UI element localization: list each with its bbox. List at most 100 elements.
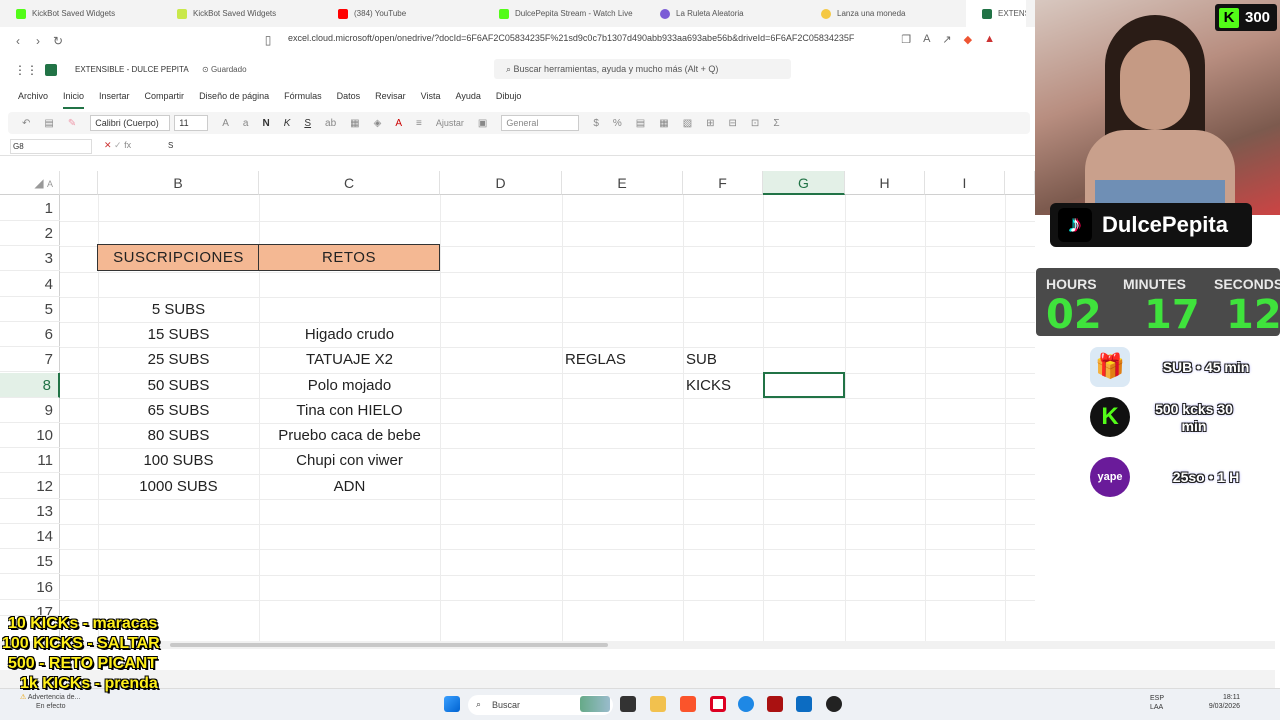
alert-icon[interactable]: ▲	[984, 33, 995, 46]
cell-b9[interactable]: 65 SUBS	[98, 398, 259, 423]
bookmark-icon[interactable]: ▯	[258, 33, 278, 47]
tab-diseno[interactable]: Diseño de página	[199, 85, 269, 109]
table-format-icon[interactable]: ▦	[659, 118, 668, 129]
sum-icon[interactable]: Σ	[773, 118, 779, 129]
browser-tab[interactable]: DulcePepita Stream - Watch Live	[483, 0, 644, 27]
row-header[interactable]: 10	[0, 423, 60, 448]
cell-b6[interactable]: 15 SUBS	[98, 322, 259, 347]
obs-icon[interactable]	[826, 696, 842, 712]
cell-c3[interactable]: RETOS	[258, 244, 440, 271]
cell-c11[interactable]: Chupi con viwer	[259, 448, 440, 473]
edge-icon[interactable]	[738, 696, 754, 712]
currency-icon[interactable]: $	[593, 118, 599, 129]
cell-c8[interactable]: Polo mojado	[259, 373, 440, 398]
number-format-select[interactable]: General	[501, 115, 580, 131]
forward-icon[interactable]: ›	[28, 34, 48, 48]
row-header[interactable]: 1	[0, 196, 60, 221]
column-header-e[interactable]: E	[562, 171, 683, 195]
search-input[interactable]: ⌕ Buscar herramientas, ayuda y mucho más…	[494, 59, 791, 79]
tab-ayuda[interactable]: Ayuda	[456, 85, 481, 109]
notification-area[interactable]: ⚠ Advertencia de... En efecto	[20, 693, 80, 711]
column-header-j[interactable]	[1005, 171, 1035, 195]
formula-input[interactable]: S	[168, 141, 173, 150]
row-header[interactable]: 3	[0, 246, 60, 271]
url-input[interactable]: excel.cloud.microsoft/open/onedrive/?doc…	[288, 33, 854, 43]
insert-cells-icon[interactable]: ⊞	[706, 118, 714, 129]
decrease-font-icon[interactable]: a	[243, 118, 249, 129]
selected-cell-g8[interactable]	[763, 372, 845, 398]
percent-icon[interactable]: %	[613, 118, 622, 129]
row-header[interactable]: 4	[0, 272, 60, 297]
tab-dibujo[interactable]: Dibujo	[496, 85, 522, 109]
strikethrough-icon[interactable]: ab	[325, 118, 336, 129]
opera-icon[interactable]	[710, 696, 726, 712]
cancel-icon[interactable]: ✕ ✓ fx	[104, 140, 131, 151]
tab-compartir[interactable]: Compartir	[145, 85, 185, 109]
horizontal-scrollbar[interactable]	[0, 641, 1275, 649]
copy-icon[interactable]: ❐	[901, 33, 911, 46]
cell-b3[interactable]: SUSCRIPCIONES	[97, 244, 260, 271]
row-header[interactable]: 6	[0, 322, 60, 347]
landscape-widget-icon[interactable]	[580, 696, 610, 712]
tab-archivo[interactable]: Archivo	[18, 85, 48, 109]
cell-c6[interactable]: Higado crudo	[259, 322, 440, 347]
brave-icon[interactable]	[680, 696, 696, 712]
cell-c7[interactable]: TATUAJE X2	[259, 347, 440, 372]
increase-font-icon[interactable]: A	[222, 118, 229, 129]
row-header[interactable]: 15	[0, 549, 60, 574]
column-header-c[interactable]: C	[259, 171, 440, 195]
column-header-a[interactable]	[60, 171, 98, 195]
row-header[interactable]: 13	[0, 499, 60, 524]
tab-vista[interactable]: Vista	[421, 85, 441, 109]
tab-revisar[interactable]: Revisar	[375, 85, 406, 109]
column-header-g[interactable]: G	[763, 171, 845, 195]
format-cells-icon[interactable]: ⊡	[751, 118, 759, 129]
scrollbar-thumb[interactable]	[170, 643, 608, 647]
spreadsheet-grid[interactable]: ◢ A B C D E F G H I 1 2 3 4 5 6 7 8 9 10…	[0, 171, 1035, 641]
translate-icon[interactable]: A	[923, 33, 930, 46]
folder-icon[interactable]	[650, 696, 666, 712]
browser-tab[interactable]: Lanza una moneda	[805, 0, 966, 27]
merge-icon[interactable]: ▣	[478, 118, 487, 129]
app-icon[interactable]	[767, 696, 783, 712]
font-size-select[interactable]: 11	[174, 115, 209, 131]
cell-b12[interactable]: 1000 SUBS	[98, 474, 259, 499]
cell-f7[interactable]: SUB	[686, 347, 761, 372]
cell-b11[interactable]: 100 SUBS	[98, 448, 259, 473]
italic-icon[interactable]: K	[284, 118, 291, 129]
terminal-icon[interactable]	[620, 696, 636, 712]
row-header[interactable]: 12	[0, 474, 60, 499]
row-header[interactable]: 2	[0, 221, 60, 246]
browser-tab[interactable]: (384) YouTube	[322, 0, 483, 27]
column-header-f[interactable]: F	[683, 171, 763, 195]
tab-formulas[interactable]: Fórmulas	[284, 85, 322, 109]
fill-color-icon[interactable]: ◈	[374, 118, 382, 129]
cell-c10[interactable]: Pruebo caca de bebe	[259, 423, 440, 448]
underline-icon[interactable]: S	[304, 118, 311, 129]
column-header-b[interactable]: B	[98, 171, 259, 195]
reload-icon[interactable]: ↻	[48, 34, 68, 48]
undo-icon[interactable]: ↶	[22, 118, 30, 129]
document-title[interactable]: EXTENSIBLE - DULCE PEPITA	[75, 65, 189, 74]
cell-f8[interactable]: KICKS	[686, 373, 761, 398]
row-header[interactable]: 9	[0, 398, 60, 423]
cell-styles-icon[interactable]: ▧	[683, 118, 692, 129]
column-header-d[interactable]: D	[440, 171, 562, 195]
font-name-select[interactable]: Calibri (Cuerpo)	[90, 115, 171, 131]
paste-icon[interactable]: ▤	[44, 118, 53, 129]
brave-shield-icon[interactable]: ◆	[964, 33, 972, 46]
row-header-selected[interactable]: 8	[0, 373, 60, 398]
browser-tab-active[interactable]: EXTENSIB	[966, 0, 1026, 27]
browser-tab[interactable]: La Ruleta Aleatoria	[644, 0, 805, 27]
row-header[interactable]: 5	[0, 297, 60, 322]
cell-b10[interactable]: 80 SUBS	[98, 423, 259, 448]
back-icon[interactable]: ‹	[8, 34, 28, 48]
browser-tab[interactable]: KickBot Saved Widgets	[161, 0, 322, 27]
tab-datos[interactable]: Datos	[337, 85, 361, 109]
store-icon[interactable]	[796, 696, 812, 712]
clock[interactable]: 18:11 9/03/2026	[1209, 693, 1240, 711]
cell-c9[interactable]: Tina con HIELO	[259, 398, 440, 423]
cell-b8[interactable]: 50 SUBS	[98, 373, 259, 398]
wrap-text-button[interactable]: Ajustar	[436, 118, 464, 128]
delete-cells-icon[interactable]: ⊟	[729, 118, 737, 129]
